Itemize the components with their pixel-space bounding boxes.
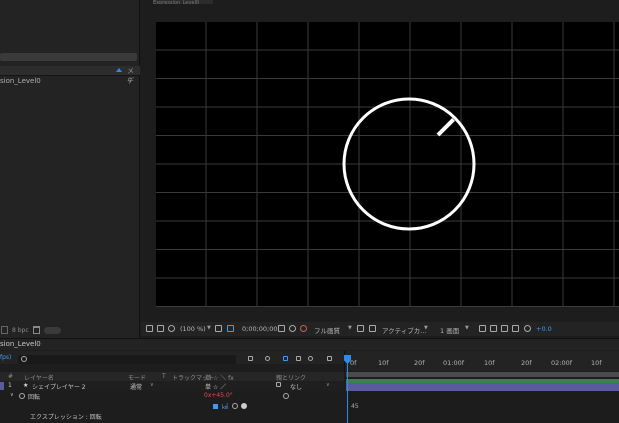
ruler-tick: 01:00f: [443, 359, 465, 367]
monitor-icon[interactable]: [146, 325, 153, 332]
camera-snapshot-icon[interactable]: [278, 325, 285, 332]
grid-overlay: [156, 22, 619, 307]
layer-duration-bar[interactable]: [346, 383, 619, 391]
chevron-down-icon: ▼: [424, 325, 428, 331]
draft-3d-icon[interactable]: [265, 356, 270, 361]
project-column-header[interactable]: メデ: [0, 66, 140, 85]
trash-icon[interactable]: [33, 326, 40, 334]
motion-blur-icon[interactable]: [308, 356, 313, 361]
expression-label: エクスプレッション : 回転: [30, 414, 102, 421]
transparency-grid-icon[interactable]: [369, 325, 376, 332]
layer-switches[interactable]: 単 ☆ ／: [205, 382, 226, 391]
zoom-dropdown[interactable]: (100 %): [180, 325, 206, 333]
expression-language-menu-icon[interactable]: [241, 403, 247, 409]
expression-enable-icon[interactable]: [213, 404, 218, 409]
views-dropdown[interactable]: 1 画面: [440, 325, 459, 335]
toggle-view-icon[interactable]: [479, 325, 486, 332]
project-bottom-bar: 8 bpc: [0, 325, 140, 336]
timeline-comp-name[interactable]: sion_Level0: [0, 340, 41, 348]
star-icon: ★: [23, 382, 29, 389]
chevron-down-icon[interactable]: ∨: [10, 392, 14, 398]
display-icon[interactable]: [157, 325, 164, 332]
resolution-dropdown[interactable]: フル画質: [314, 325, 340, 335]
color-channels-icon[interactable]: [300, 325, 307, 332]
graph-value: 45: [351, 403, 359, 410]
shy-icon[interactable]: [283, 356, 288, 361]
ruler-tick: 10f: [484, 359, 495, 367]
ruler-tick: 20f: [414, 359, 425, 367]
graph-icon[interactable]: ㎢: [222, 402, 228, 411]
time-ruler[interactable]: 0f 10f 20f 01:00f 10f 20f 02:00f 10f: [344, 351, 619, 371]
project-item-count: 0: [128, 77, 132, 84]
layer-row[interactable]: 1 ★ シェイプレイヤー 2 通常 ∨ 単 ☆ ／ なし ∨: [0, 381, 344, 391]
col-t: T: [162, 373, 166, 380]
project-scrollbar[interactable]: [0, 53, 137, 61]
ruler-tick: 20f: [521, 359, 532, 367]
grid-toggle-icon[interactable]: [215, 325, 222, 332]
flowchart-icon[interactable]: [512, 325, 519, 332]
property-value[interactable]: 0x+45.0°: [204, 392, 233, 399]
bpc-toggle[interactable]: 8 bpc: [12, 327, 29, 334]
chevron-down-icon: ▼: [465, 325, 469, 331]
comp-mini-flowchart-icon[interactable]: [248, 356, 253, 361]
playhead-line[interactable]: [347, 355, 348, 423]
expression-controls-row: ㎢: [0, 401, 344, 411]
sort-up-icon: [116, 68, 122, 72]
chevron-down-icon: ▼: [348, 325, 352, 331]
current-time[interactable]: 0;00;00;00: [242, 325, 278, 333]
ruler-tick: 10f: [591, 359, 602, 367]
pickwhip-icon[interactable]: [283, 393, 289, 399]
project-item-name: sion_Level0: [0, 77, 41, 85]
exposure-value[interactable]: +0.0: [536, 325, 552, 333]
expression-label-row: エクスプレッション : 回転: [0, 411, 344, 423]
comp-canvas[interactable]: [156, 22, 619, 307]
roi-icon[interactable]: [357, 325, 364, 332]
show-snapshot-icon[interactable]: [289, 325, 296, 332]
interpret-footage-icon[interactable]: [1, 326, 8, 334]
ruler-tick: 02:00f: [551, 359, 573, 367]
expression-pickwhip-icon[interactable]: [232, 403, 238, 409]
property-row[interactable]: ∨ 回転 0x+45.0°: [0, 391, 344, 401]
chevron-down-icon: ▼: [207, 325, 211, 331]
project-panel: メデ sion_Level0 0 8 bpc: [0, 0, 140, 338]
thumbnail-slider[interactable]: [44, 327, 61, 334]
chevron-down-icon: ∨: [150, 382, 154, 388]
exposure-reset-icon[interactable]: [524, 325, 531, 332]
region-icon[interactable]: [227, 325, 234, 332]
layer-name[interactable]: シェイプレイヤー 2: [32, 382, 86, 391]
expression-graph: 45: [346, 391, 619, 423]
frame-blending-icon[interactable]: [296, 356, 301, 361]
col-number: #: [8, 373, 14, 380]
layer-index: 1: [8, 382, 12, 389]
layer-color-label[interactable]: [0, 382, 4, 390]
project-item[interactable]: sion_Level0 0: [0, 77, 140, 87]
timeline-icon[interactable]: [501, 325, 508, 332]
timeline-tab-bar: sion_Level0: [0, 338, 619, 350]
mask-icon[interactable]: [168, 325, 175, 332]
stopwatch-icon[interactable]: [19, 393, 25, 399]
property-name: 回転: [28, 394, 41, 401]
camera-dropdown[interactable]: アクティブカ...: [382, 325, 426, 335]
viewer-toolbar: (100 %) ▼ 0;00;00;00 フル画質 ▼ アクティブカ... ▼ …: [141, 322, 619, 336]
pickwhip-icon[interactable]: [276, 382, 281, 387]
work-area-bar[interactable]: [346, 372, 619, 377]
layer-mode[interactable]: 通常: [130, 382, 142, 391]
ruler-tick: 10f: [378, 359, 389, 367]
timeline-search-input[interactable]: [18, 355, 236, 364]
fast-preview-icon[interactable]: [490, 325, 497, 332]
search-icon: [21, 356, 27, 362]
layer-parent[interactable]: なし: [290, 382, 302, 391]
chevron-down-icon: ∨: [326, 382, 330, 388]
after-effects-window: メデ sion_Level0 0 8 bpc Expression_Level0…: [0, 0, 619, 423]
frame-rate: fps): [0, 354, 12, 361]
graph-editor-icon[interactable]: [327, 356, 332, 361]
